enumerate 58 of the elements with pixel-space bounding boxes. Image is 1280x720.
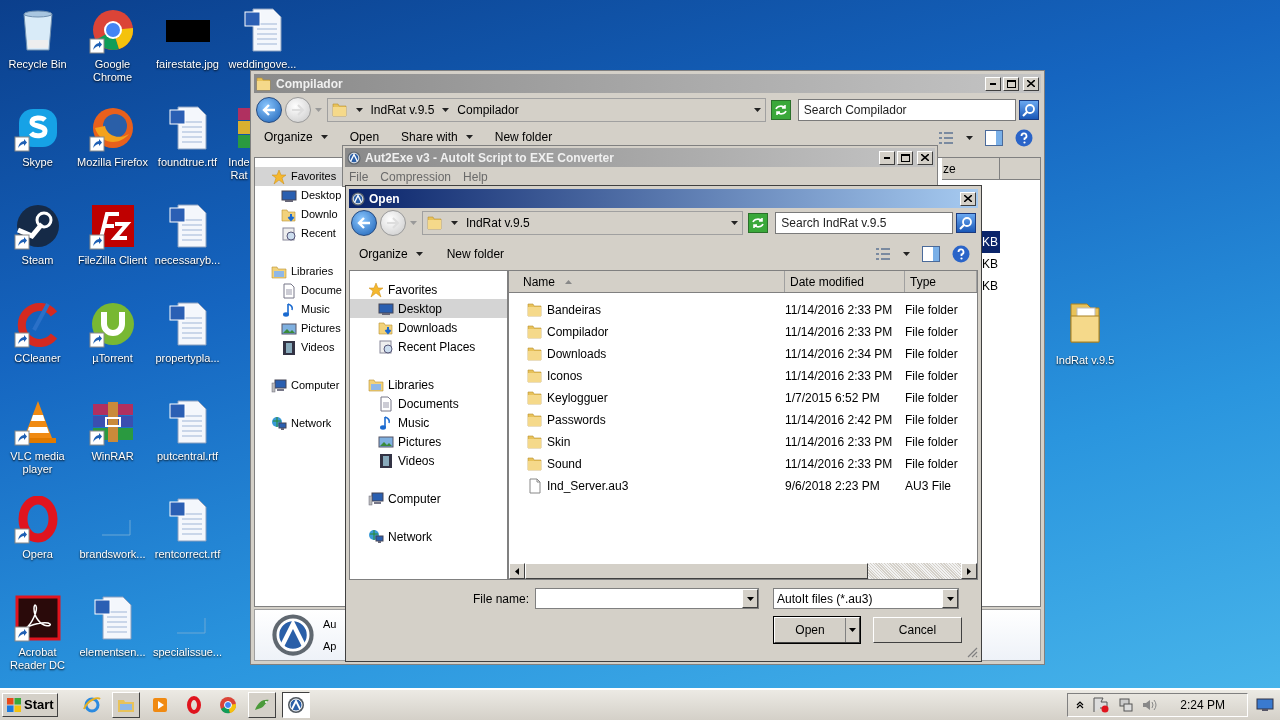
file-date: 11/14/2016 2:33 PM xyxy=(785,302,894,319)
icon-label: Skype xyxy=(21,156,54,169)
file-name: Skin xyxy=(547,434,571,451)
icon-label: fairestate.jpg xyxy=(155,58,220,71)
file-type: File folder xyxy=(905,368,958,385)
file-type: File folder xyxy=(905,302,958,319)
file-type: File folder xyxy=(905,324,958,341)
file-date: 1/7/2015 6:52 PM xyxy=(785,390,881,407)
file-name: Keylogguer xyxy=(547,390,608,407)
file-date: 11/14/2016 2:33 PM xyxy=(785,434,894,451)
field-label: File name: xyxy=(471,590,529,608)
icon-label: brandswork... xyxy=(78,548,147,561)
details-text: Ap xyxy=(323,639,337,654)
file-name: Ind_Server.au3 xyxy=(547,478,629,495)
icon-label: specialissue... xyxy=(151,646,224,659)
icon-label: Steam xyxy=(20,254,55,267)
icon-label: CCleaner xyxy=(13,352,62,365)
icon-label: rentcorrect.rtf xyxy=(153,548,222,561)
icon-label: putcentral.rtf xyxy=(155,450,220,463)
icon-label: elementsen... xyxy=(78,646,147,659)
file-type: File folder xyxy=(905,456,958,473)
icon-label: VLC media player xyxy=(9,450,66,476)
icon-label: necessaryb... xyxy=(153,254,222,267)
file-name: Compilador xyxy=(547,324,609,341)
clock: 2:24 PM xyxy=(1180,697,1225,714)
icon-label: Google Chrome xyxy=(91,58,134,84)
icon-label: Acrobat Reader DC xyxy=(9,646,66,672)
icon-label: FileZilla Client xyxy=(76,254,149,267)
file-date: 11/14/2016 2:34 PM xyxy=(785,346,894,363)
file-type: File folder xyxy=(905,390,958,407)
icon-label: Opera xyxy=(21,548,54,561)
file-date: 9/6/2018 2:23 PM xyxy=(785,478,881,495)
icon-label: Mozilla Firefox xyxy=(76,156,149,169)
file-date: 11/14/2016 2:33 PM xyxy=(785,456,894,473)
file-date: 11/14/2016 2:42 PM xyxy=(785,412,894,429)
file-type: AU3 File xyxy=(905,478,951,495)
window-title: Open xyxy=(369,190,400,208)
icon-label: foundtrue.rtf xyxy=(156,156,219,169)
file-name: Passwords xyxy=(547,412,606,429)
icon-label: Inde Rat xyxy=(227,156,251,182)
file-name: Iconos xyxy=(547,368,583,385)
file-type: File folder xyxy=(905,346,958,363)
file-name: Downloads xyxy=(547,346,607,363)
file-name: Bandeiras xyxy=(547,302,602,319)
file-type: File folder xyxy=(905,412,958,429)
icon-label: µTorrent xyxy=(91,352,134,365)
icon-label: propertypla... xyxy=(154,352,221,365)
icon-label: Recycle Bin xyxy=(7,58,68,71)
file-name: Sound xyxy=(547,456,582,473)
file-date: 11/14/2016 2:33 PM xyxy=(785,368,894,385)
icon-label: WinRAR xyxy=(90,450,135,463)
window-title: Aut2Exe v3 - AutoIt Script to EXE Converter xyxy=(365,149,614,167)
file-type: File folder xyxy=(905,434,958,451)
icon-label: IndRat v.9.5 xyxy=(1055,353,1115,368)
details-text: Au xyxy=(323,616,337,632)
file-date: 11/14/2016 2:33 PM xyxy=(785,324,894,341)
window-title: Compilador xyxy=(276,75,343,93)
icon-label: weddingove... xyxy=(227,58,298,71)
